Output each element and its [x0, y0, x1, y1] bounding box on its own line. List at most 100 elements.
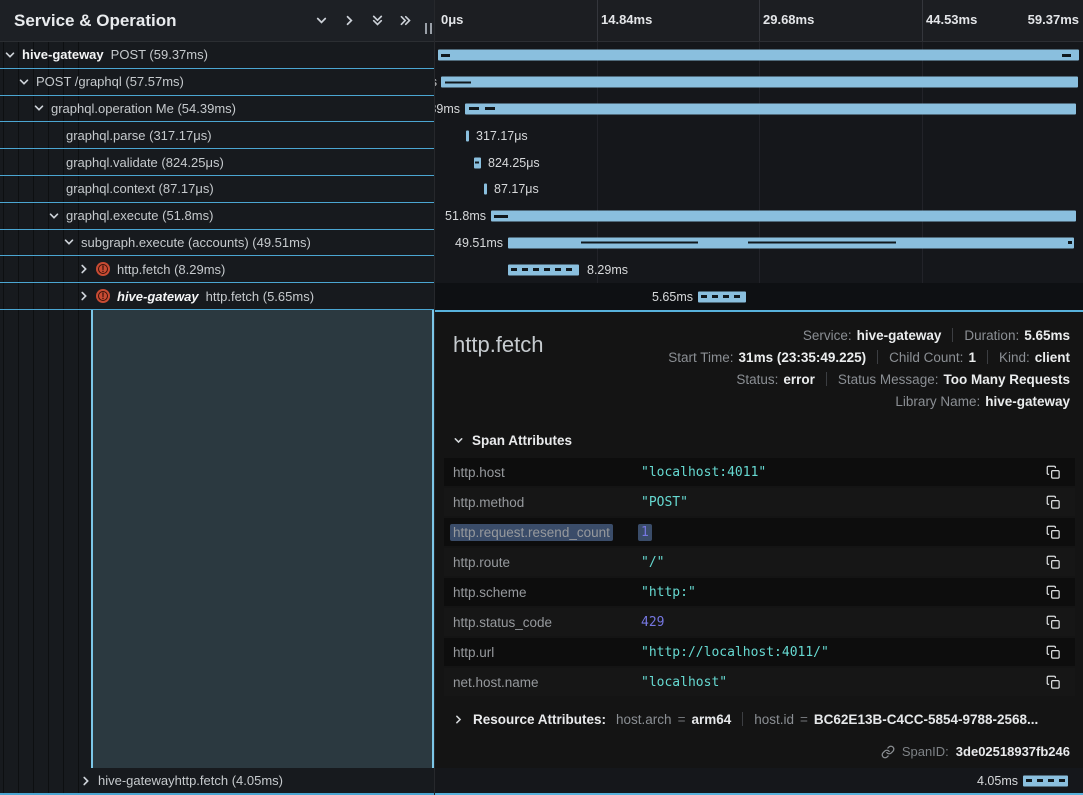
span-bar[interactable] — [465, 103, 1076, 114]
resource-value: BC62E13B-C4CC-5854-9788-2568... — [814, 712, 1038, 727]
span-row[interactable]: subgraph.execute (accounts) (49.51ms) — [0, 230, 434, 257]
span-row-selected[interactable]: ! hive-gateway http.fetch (5.65ms) — [0, 283, 434, 310]
copy-icon[interactable] — [1044, 463, 1063, 482]
span-duration-label: 8.29ms — [587, 263, 628, 277]
span-duration-label: 49.51ms — [455, 236, 503, 250]
attribute-key: http.request.resend_count — [453, 525, 641, 540]
span-bar[interactable] — [441, 77, 1078, 88]
span-id-value: 3de02518937fb246 — [956, 744, 1070, 759]
span-attributes-table: http.host "localhost:4011" http.method "… — [444, 458, 1075, 696]
span-id-row: SpanID: 3de02518937fb246 — [453, 744, 1070, 759]
span-duration-label: 824.25μs — [488, 156, 540, 170]
resource-value: arm64 — [691, 712, 731, 727]
attribute-row[interactable]: net.host.name "localhost" — [444, 668, 1075, 696]
panel-splitter-grip[interactable] — [425, 23, 432, 34]
chevron-down-icon[interactable] — [48, 210, 60, 222]
attribute-row[interactable]: http.url "http://localhost:4011/" — [444, 638, 1075, 666]
span-row-root[interactable]: hive-gateway POST (59.37ms) — [0, 42, 434, 69]
span-label: http.fetch (8.29ms) — [117, 262, 225, 277]
span-row[interactable]: graphql.context (87.17μs) — [0, 176, 434, 203]
copy-icon[interactable] — [1044, 643, 1063, 662]
span-label: POST (59.37ms) — [111, 47, 208, 62]
copy-icon[interactable] — [1044, 583, 1063, 602]
timeline-row-bottom: 4.05ms — [435, 768, 1083, 795]
timeline-tick: 14.84ms — [601, 12, 652, 27]
attribute-value: 1 — [641, 525, 652, 540]
duration-value: 5.65ms — [1024, 328, 1070, 343]
copy-icon[interactable] — [1044, 613, 1063, 632]
resource-key: host.arch — [616, 712, 672, 727]
copy-icon[interactable] — [1044, 523, 1063, 542]
span-bar[interactable] — [438, 50, 1079, 61]
attribute-key: http.scheme — [453, 585, 641, 600]
duration-label: Duration: — [964, 328, 1019, 343]
timeline-panel: 0μs 14.84ms 29.68ms 44.53ms 59.37ms 57.5… — [434, 0, 1083, 795]
attribute-value: "http:" — [641, 585, 696, 600]
collapse-one-icon[interactable] — [315, 14, 328, 27]
chevron-down-icon[interactable] — [33, 102, 45, 114]
expand-all-icon[interactable] — [399, 14, 412, 27]
attribute-value: "http://localhost:4011/" — [641, 645, 829, 660]
span-attributes-header[interactable]: Span Attributes — [453, 430, 1070, 450]
timeline-row: 8.29ms — [435, 256, 1083, 283]
span-bar[interactable] — [1023, 775, 1068, 786]
detail-span-title: http.fetch — [453, 324, 544, 412]
span-label: POST /graphql (57.57ms) — [36, 74, 184, 89]
attribute-row[interactable]: http.method "POST" — [444, 488, 1075, 516]
start-time-label: Start Time: — [668, 350, 733, 365]
chevron-right-icon[interactable] — [78, 290, 90, 302]
status-label: Status: — [736, 372, 778, 387]
child-count-value: 1 — [968, 350, 976, 365]
copy-icon[interactable] — [1044, 673, 1063, 692]
attribute-value: "POST" — [641, 495, 688, 510]
span-row[interactable]: POST /graphql (57.57ms) — [0, 69, 434, 96]
copy-icon[interactable] — [1044, 493, 1063, 512]
span-bar[interactable] — [698, 291, 746, 302]
span-duration-label: 54.39ms — [434, 102, 460, 116]
attribute-row[interactable]: http.route "/" — [444, 548, 1075, 576]
span-bar[interactable] — [474, 157, 481, 168]
chevron-down-icon[interactable] — [63, 236, 75, 248]
kind-value: client — [1035, 350, 1070, 365]
timeline-row — [435, 42, 1083, 69]
expand-one-icon[interactable] — [343, 14, 356, 27]
span-label: graphql.context (87.17μs) — [66, 181, 214, 196]
attribute-row[interactable]: http.host "localhost:4011" — [444, 458, 1075, 486]
span-duration-label: 317.17μs — [476, 129, 528, 143]
span-bar[interactable] — [484, 184, 487, 195]
chevron-down-icon[interactable] — [4, 49, 16, 61]
span-bar[interactable] — [508, 264, 579, 275]
copy-icon[interactable] — [1044, 553, 1063, 572]
timeline-row: 49.51ms — [435, 230, 1083, 257]
span-bar[interactable] — [466, 130, 469, 141]
span-service-name: hive-gateway — [117, 289, 199, 304]
span-bar[interactable] — [491, 211, 1076, 222]
chevron-down-icon[interactable] — [18, 76, 30, 88]
span-service-name: hive-gateway — [98, 773, 175, 788]
kind-label: Kind: — [999, 350, 1030, 365]
chevron-right-icon[interactable] — [80, 775, 92, 787]
span-duration-label: 51.8ms — [445, 209, 486, 223]
attribute-row[interactable]: http.status_code 429 — [444, 608, 1075, 636]
span-row[interactable]: graphql.operation Me (54.39ms) — [0, 96, 434, 123]
span-row-bottom[interactable]: hive-gateway http.fetch (4.05ms) — [0, 768, 434, 795]
error-icon: ! — [96, 262, 110, 276]
span-row[interactable]: graphql.execute (51.8ms) — [0, 203, 434, 230]
timeline-row-selected: 5.65ms — [435, 283, 1083, 310]
span-bar[interactable] — [508, 237, 1074, 248]
collapse-all-icon[interactable] — [371, 14, 384, 27]
span-row[interactable]: graphql.validate (824.25μs) — [0, 149, 434, 176]
attribute-row[interactable]: http.scheme "http:" — [444, 578, 1075, 606]
attribute-row-selected[interactable]: http.request.resend_count 1 — [444, 518, 1075, 546]
span-row-error[interactable]: ! http.fetch (8.29ms) — [0, 256, 434, 283]
span-label: subgraph.execute (accounts) (49.51ms) — [81, 235, 311, 250]
span-label: graphql.parse (317.17μs) — [66, 128, 212, 143]
tree-header: Service & Operation — [0, 0, 434, 42]
span-row[interactable]: graphql.parse (317.17μs) — [0, 122, 434, 149]
attribute-value: "localhost:4011" — [641, 465, 766, 480]
span-label: http.fetch (4.05ms) — [175, 773, 283, 788]
status-message-label: Status Message: — [838, 372, 939, 387]
resource-attributes-header[interactable]: Resource Attributes: host.arch = arm64 h… — [453, 708, 1070, 730]
chevron-right-icon[interactable] — [78, 263, 90, 275]
attribute-value: "/" — [641, 555, 664, 570]
